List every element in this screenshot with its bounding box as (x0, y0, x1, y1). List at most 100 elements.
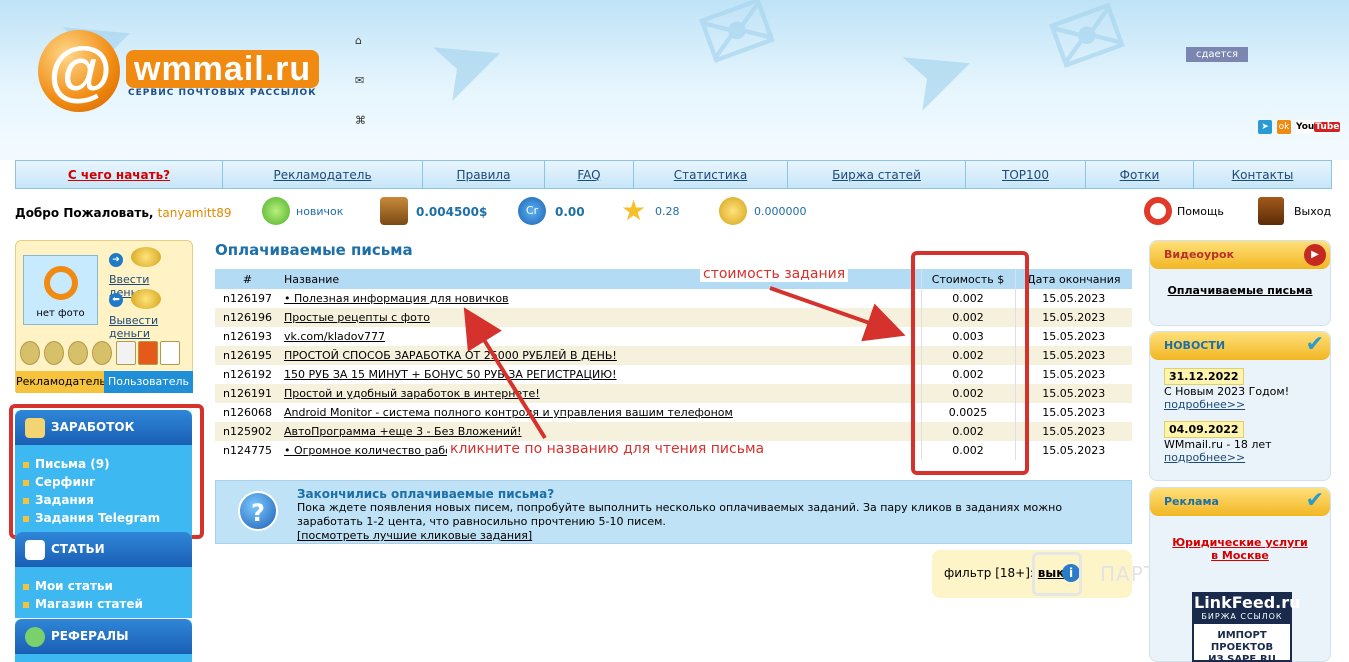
ads-header: Реклама ✔ (1150, 488, 1330, 516)
filter-label: фильтр [18+]: (944, 566, 1034, 580)
referrals-title: РЕФЕРАЛЫ (51, 629, 129, 643)
linkfeed-banner[interactable]: LinkFeed.ru БИРЖА ССЫЛОК ИМПОРТ ПРОЕКТОВ… (1192, 592, 1301, 662)
sidebar-item-my-articles[interactable]: Мои статьи (23, 577, 192, 595)
username[interactable]: tanyamitt89 (158, 206, 232, 220)
mail-icon[interactable]: ✉ (355, 74, 364, 87)
withdraw-link[interactable]: Вывести деньги (109, 314, 192, 340)
home-icon[interactable]: ⌂ (355, 34, 362, 47)
news-text: WMmail.ru - 18 лет (1164, 438, 1272, 451)
letter-link[interactable]: Простой и удобный заработок в интернете! (284, 387, 540, 400)
nav-faq[interactable]: FAQ (545, 161, 634, 188)
question-icon: ? (238, 491, 278, 531)
best-tasks-link[interactable]: [посмотреть лучшие кликовые задания] (297, 529, 532, 542)
nav-top100[interactable]: TOP100 (966, 161, 1086, 188)
ads-title: Реклама (1164, 495, 1219, 508)
video-title: Видеоурок (1164, 248, 1235, 261)
articles-title: СТАТЬИ (51, 542, 105, 556)
user-level-icon (262, 197, 290, 225)
help-link[interactable]: Помощь (1177, 205, 1224, 218)
main-nav: С чего начать? Рекламодатель Правила FAQ… (15, 160, 1332, 189)
row-date: 15.05.2023 (1014, 365, 1132, 384)
row-id: n124775 (215, 441, 280, 460)
logout-link[interactable]: Выход (1294, 205, 1331, 218)
letter-link[interactable]: Простые рецепты с фото (284, 311, 430, 324)
profile-card: нет фото ➜ Ввести деньги ⬅ Вывести деньг… (15, 240, 193, 393)
lifebuoy-icon[interactable] (1144, 197, 1172, 225)
col-date: Дата окончания (1014, 269, 1132, 289)
letter-link[interactable]: 150 РУБ ЗА 15 МИНУТ + БОНУС 50 РУБ ЗА РЕ… (284, 368, 617, 381)
watermark-logo-icon (1032, 552, 1082, 596)
sidebar-item-article-shop[interactable]: Магазин статей (23, 595, 192, 613)
row-date: 15.05.2023 (1014, 384, 1132, 403)
ad-slot-badge[interactable]: сдается (1186, 47, 1248, 62)
letter-link[interactable]: vk.com/kladov777 (284, 330, 385, 343)
linkfeed-line: ИМПОРТ (1217, 630, 1267, 641)
logo-at-icon: @ (48, 33, 113, 107)
news-item: 31.12.2022 С Новым 2023 Годом! подробнее… (1150, 368, 1330, 411)
nav-contacts[interactable]: Контакты (1194, 161, 1331, 188)
info-box: ? Закончились оплачиваемые письма? Пока … (215, 480, 1132, 544)
row-date: 15.05.2023 (1014, 289, 1132, 308)
telegram-icon[interactable]: ➤ (1258, 120, 1272, 134)
nav-rules[interactable]: Правила (423, 161, 545, 188)
row-date: 15.05.2023 (1014, 327, 1132, 346)
youtube-icon[interactable]: YouTube (1296, 120, 1341, 134)
page-title: Оплачиваемые письма (215, 241, 413, 259)
row-id: n126068 (215, 403, 280, 422)
credits-icon: Cr (518, 197, 546, 225)
status-bar: Добро Пожаловать, tanyamitt89 новичок 0.… (0, 195, 1349, 229)
linkfeed-name: LinkFeed.ru (1194, 593, 1301, 612)
news-header: НОВОСТИ ✔ (1150, 332, 1330, 360)
sitemap-icon[interactable]: ⌘ (355, 114, 366, 127)
letter-link[interactable]: • Полезная информация для новичков (284, 292, 509, 305)
video-box: Видеоурок ▶ Оплачиваемые письма (1149, 240, 1331, 326)
nav-articles-exchange[interactable]: Биржа статей (788, 161, 966, 188)
info-description: Пока ждете появления новых писем, попроб… (297, 501, 1063, 528)
linkfeed-body: ИМПОРТ ПРОЕКТОВ ИЗ SAPE.RU (1194, 624, 1290, 662)
articles-section: СТАТЬИ Мои статьи Магазин статей (15, 532, 192, 618)
ads-link[interactable]: Юридические услуги в Москве (1150, 536, 1330, 562)
news-more-link[interactable]: подробнее>> (1164, 451, 1330, 464)
row-date: 15.05.2023 (1014, 422, 1132, 441)
rating: 0.28 (655, 205, 680, 218)
avatar[interactable]: нет фото (23, 255, 98, 325)
letter-link[interactable]: ПРОСТОЙ СПОСОБ ЗАРАБОТКА ОТ 25000 РУБЛЕЙ… (284, 349, 617, 362)
nav-statistics[interactable]: Статистика (634, 161, 788, 188)
people-icon (25, 627, 45, 647)
odnoklassniki-icon[interactable]: ok (1277, 120, 1291, 134)
row-date: 15.05.2023 (1014, 346, 1132, 365)
info-title: Закончились оплачиваемые письма? (297, 487, 555, 501)
bg-arrow-icon: ✉ (684, 0, 792, 95)
treasure-chest-icon (380, 197, 408, 225)
header: ➤ ➤ ✉ ➤ ✉ @ wmmail.ru СЕРВИС ПОЧТОВЫХ РА… (0, 0, 1349, 160)
news-text: С Новым 2023 Годом! (1164, 385, 1290, 398)
chart-icon (160, 341, 180, 365)
exit-door-icon[interactable] (1258, 197, 1284, 225)
letter-link[interactable]: • Огромное количество работы (284, 444, 467, 457)
logo-subtitle: СЕРВИС ПОЧТОВЫХ РАССЫЛОК (128, 88, 317, 98)
bg-arrow-icon: ➤ (884, 10, 992, 135)
logo-text: wmmail.ru (126, 50, 320, 88)
site-logo[interactable]: @ wmmail.ru СЕРВИС ПОЧТОВЫХ РАССЫЛОК (38, 30, 328, 112)
tab-user[interactable]: Пользователь (104, 371, 193, 393)
row-id: n126197 (215, 289, 280, 308)
welcome-label: Добро Пожаловать, (15, 206, 154, 220)
play-icon[interactable]: ▶ (1304, 244, 1326, 266)
annotation-box-earn (9, 404, 204, 539)
checkmark-icon: ✔ (1305, 332, 1324, 357)
bricks-icon (138, 341, 158, 365)
star-icon: ★ (621, 194, 647, 227)
no-photo-label: нет фото (36, 308, 85, 319)
coins-icon (719, 197, 747, 225)
nav-start[interactable]: С чего начать? (16, 161, 223, 188)
annotation-price-label: стоимость задания (700, 266, 849, 282)
video-link[interactable]: Оплачиваемые письма (1150, 284, 1330, 297)
tab-advertiser[interactable]: Рекламодатель (16, 371, 106, 393)
annotation-click-label: кликните по названию для чтения письма (447, 441, 768, 457)
letter-link[interactable]: Android Monitor - система полного контро… (284, 406, 733, 419)
nav-advertiser[interactable]: Рекламодатель (223, 161, 423, 188)
letter-link[interactable]: АвтоПрограмма +еще 3 - Без Вложений! (284, 425, 522, 438)
nav-photos[interactable]: Фотки (1086, 161, 1194, 188)
news-more-link[interactable]: подробнее>> (1164, 398, 1330, 411)
user-level: новичок (296, 205, 344, 218)
